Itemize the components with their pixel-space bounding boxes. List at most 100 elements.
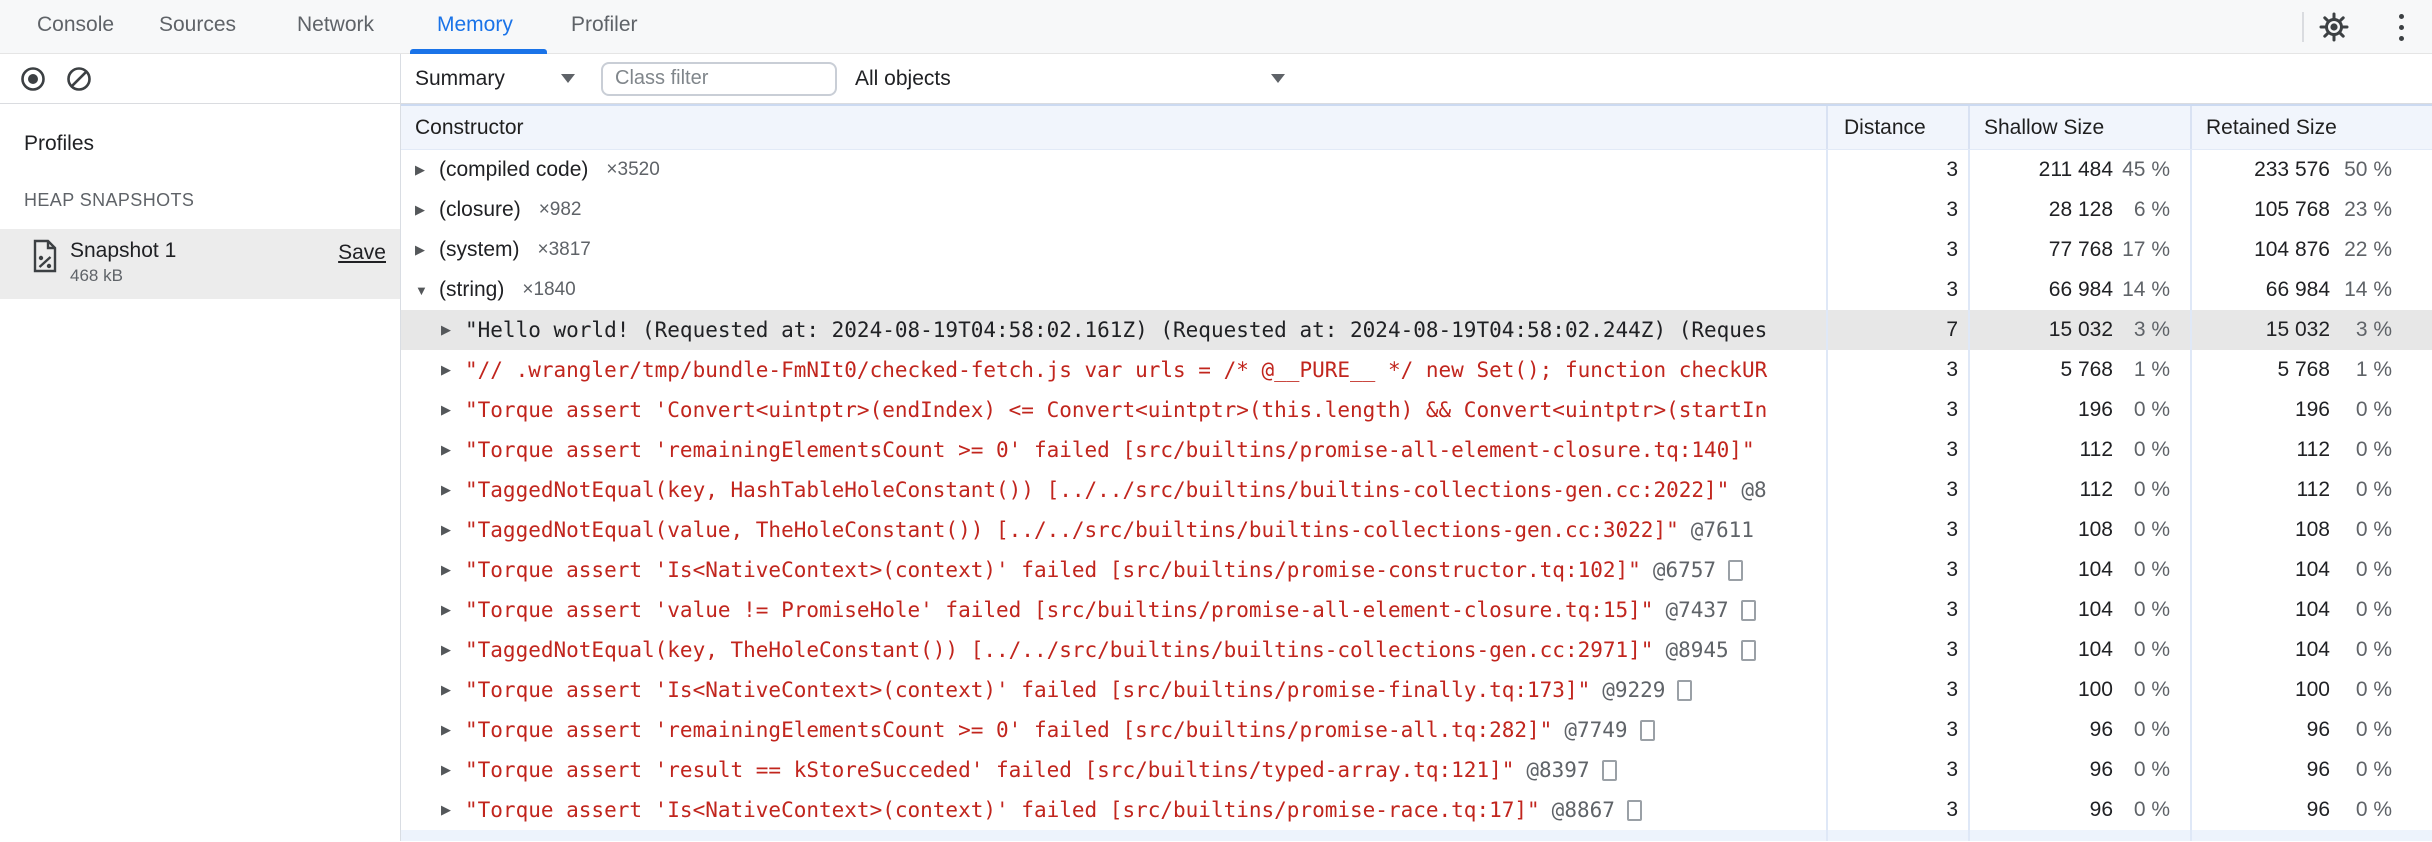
table-row-string-object[interactable]: ▶ "Torque assert 'result == kStoreSucced… [401, 750, 2432, 790]
distance-cell: 3 [1826, 790, 1968, 830]
disclosure-triangle-icon[interactable]: ▶ [441, 522, 459, 538]
table-row-string-object[interactable]: ▶ "Torque assert 'Convert<uintptr>(endIn… [401, 390, 2432, 430]
constructor-cell: ▶ (compiled code) ×3520 [401, 150, 1826, 190]
snapshot-name: Snapshot 1 [70, 239, 177, 262]
constructor-cell: ▶ "Torque assert 'Is<NativeContext>(cont… [401, 790, 1826, 830]
shallow-size-cell: 112 0 % [1968, 430, 2190, 470]
disclosure-triangle-icon[interactable]: ▶ [441, 482, 459, 498]
sidebar-item-snapshot-1[interactable]: Snapshot 1 468 kB Save [0, 229, 400, 299]
tab-profiler[interactable]: Profiler [571, 0, 638, 49]
retained-size-value: 100 [2294, 678, 2330, 701]
string-value: "Torque assert 'Is<NativeContext>(contex… [465, 798, 1540, 822]
column-header-retained-size[interactable]: Retained Size [2190, 106, 2432, 149]
table-row-string-object[interactable]: ▶ "Torque assert 'Is<NativeContext>(cont… [401, 790, 2432, 830]
tab-console[interactable]: Console [37, 0, 114, 49]
kebab-menu-icon[interactable] [2392, 12, 2410, 42]
table-row-string-object[interactable]: ▶ "Hello world! (Requested at: 2024-08-1… [401, 310, 2432, 350]
retained-size-cell: 104 876 22 % [2190, 230, 2432, 270]
retained-size-value: 104 [2294, 598, 2330, 621]
table-row-constructor-group[interactable]: ▶ (compiled code) ×3520 3 211 484 45 % 2… [401, 150, 2432, 190]
gear-icon[interactable] [2318, 11, 2350, 43]
retained-size-percent: 0 % [2355, 478, 2392, 501]
shallow-size-percent: 0 % [2133, 638, 2170, 661]
clear-icon[interactable] [64, 64, 94, 94]
perspective-select[interactable]: Summary [415, 54, 575, 103]
table-row-string-object[interactable]: ▶ "// .wrangler/tmp/bundle-FmNIt0/checke… [401, 350, 2432, 390]
tab-network[interactable]: Network [297, 0, 374, 49]
heap-snapshot-icon [33, 239, 57, 273]
disclosure-triangle-icon[interactable]: ▶ [441, 322, 459, 338]
object-id: @8 [1741, 478, 1767, 502]
constructor-cell: ▶ (system) ×3817 [401, 230, 1826, 270]
table-row-string-object[interactable]: ▶ "TaggedNotEqual(key, HashTableHoleCons… [401, 470, 2432, 510]
object-id: @7749 [1564, 718, 1628, 742]
disclosure-triangle-icon[interactable]: ▶ [441, 762, 459, 778]
constructor-name: (string) [439, 278, 505, 301]
tab-sources[interactable]: Sources [159, 0, 236, 49]
column-header-distance[interactable]: Distance [1826, 106, 1968, 149]
table-row-constructor-group[interactable]: ▼ (string) ×1840 3 66 984 14 % 66 984 14… [401, 270, 2432, 310]
shallow-size-cell: 112 0 % [1968, 470, 2190, 510]
disclosure-triangle-icon[interactable]: ▶ [441, 602, 459, 618]
string-value: "Torque assert 'value != PromiseHole' fa… [465, 598, 1654, 622]
disclosure-triangle-icon[interactable]: ▶ [441, 722, 459, 738]
table-row-constructor-group[interactable]: ▶ (closure) ×982 3 28 128 6 % 105 768 23… [401, 190, 2432, 230]
constructor-cell: ▶ "TaggedNotEqual(key, TheHoleConstant()… [401, 630, 1826, 670]
disclosure-triangle-icon[interactable]: ▶ [415, 242, 433, 258]
shallow-size-value: 66 984 [2048, 278, 2113, 301]
record-icon[interactable] [18, 64, 48, 94]
perspective-select-value: Summary [415, 66, 505, 90]
retained-size-cell: 96 0 % [2190, 750, 2432, 790]
column-header-constructor[interactable]: Constructor [401, 106, 1826, 149]
memory-toolbar: Summary All objects [401, 54, 2432, 103]
string-value: "Torque assert 'remainingElementsCount >… [465, 718, 1553, 742]
shallow-size-cell: 96 0 % [1968, 790, 2190, 830]
string-value: "TaggedNotEqual(value, TheHoleConstant()… [465, 518, 1679, 542]
disclosure-triangle-icon[interactable]: ▶ [441, 682, 459, 698]
profiles-toolbar [0, 54, 401, 103]
shallow-size-value: 5 768 [2060, 358, 2113, 381]
retained-size-value: 15 032 [2265, 318, 2330, 341]
disclosure-triangle-icon[interactable]: ▶ [415, 162, 433, 178]
string-value: "Torque assert 'Is<NativeContext>(contex… [465, 558, 1641, 582]
retained-size-cell: 96 0 % [2190, 790, 2432, 830]
tab-memory[interactable]: Memory [437, 0, 513, 49]
table-row-string-object[interactable]: ▶ "TaggedNotEqual(key, TheHoleConstant()… [401, 630, 2432, 670]
objects-filter-select[interactable]: All objects [855, 54, 1285, 103]
table-row-string-object[interactable]: ▶ "Torque assert 'Is<NativeContext>(cont… [401, 670, 2432, 710]
table-row-string-object[interactable]: ▶ "Torque assert 'Is<NativeContext>(cont… [401, 550, 2432, 590]
profiles-title: Profiles [24, 132, 95, 155]
disclosure-triangle-icon[interactable]: ▶ [415, 202, 433, 218]
table-row-string-object[interactable]: ▶ "Torque assert 'remainingElementsCount… [401, 710, 2432, 750]
retained-size-cell: 66 984 14 % [2190, 270, 2432, 310]
disclosure-triangle-icon[interactable]: ▶ [441, 642, 459, 658]
retained-size-percent: 0 % [2355, 558, 2392, 581]
string-value: "Torque assert 'Convert<uintptr>(endInde… [465, 398, 1768, 422]
class-filter-input[interactable] [601, 61, 837, 96]
table-row-string-object[interactable]: ▶ "TaggedNotEqual(value, TheHoleConstant… [401, 510, 2432, 550]
disclosure-triangle-icon[interactable]: ▶ [441, 362, 459, 378]
distance-cell: 3 [1826, 150, 1968, 190]
constructor-cell: ▶ "TaggedNotEqual(key, HashTableHoleCons… [401, 470, 1826, 510]
distance-cell: 3 [1826, 190, 1968, 230]
save-link[interactable]: Save [338, 241, 386, 265]
disclosure-triangle-icon[interactable]: ▶ [441, 402, 459, 418]
retained-size-percent: 23 % [2344, 198, 2392, 221]
disclosure-triangle-icon[interactable]: ▼ [415, 283, 433, 298]
retained-size-cell: 100 0 % [2190, 670, 2432, 710]
table-row-string-object[interactable]: ▶ "Torque assert 'value != PromiseHole' … [401, 590, 2432, 630]
heap-summary-grid: Constructor Distance Shallow Size Retain… [401, 104, 2432, 841]
table-row-string-object[interactable]: ▶ "Torque assert 'remainingElementsCount… [401, 430, 2432, 470]
table-row-constructor-group[interactable]: ▶ (system) ×3817 3 77 768 17 % 104 876 2… [401, 230, 2432, 270]
column-header-shallow-size[interactable]: Shallow Size [1968, 106, 2190, 149]
disclosure-triangle-icon[interactable]: ▶ [441, 562, 459, 578]
disclosure-triangle-icon[interactable]: ▶ [441, 442, 459, 458]
disclosure-triangle-icon[interactable]: ▶ [441, 802, 459, 818]
shallow-size-value: 100 [2077, 678, 2113, 701]
retained-size-percent: 0 % [2355, 678, 2392, 701]
toolbar-divider [2302, 12, 2304, 42]
constructor-cell: ▶ "Torque assert 'value != PromiseHole' … [401, 590, 1826, 630]
object-link-placeholder-icon [1740, 639, 1756, 661]
constructor-cell: ▶ "Torque assert 'Is<NativeContext>(cont… [401, 670, 1826, 710]
shallow-size-percent: 3 % [2133, 318, 2170, 341]
